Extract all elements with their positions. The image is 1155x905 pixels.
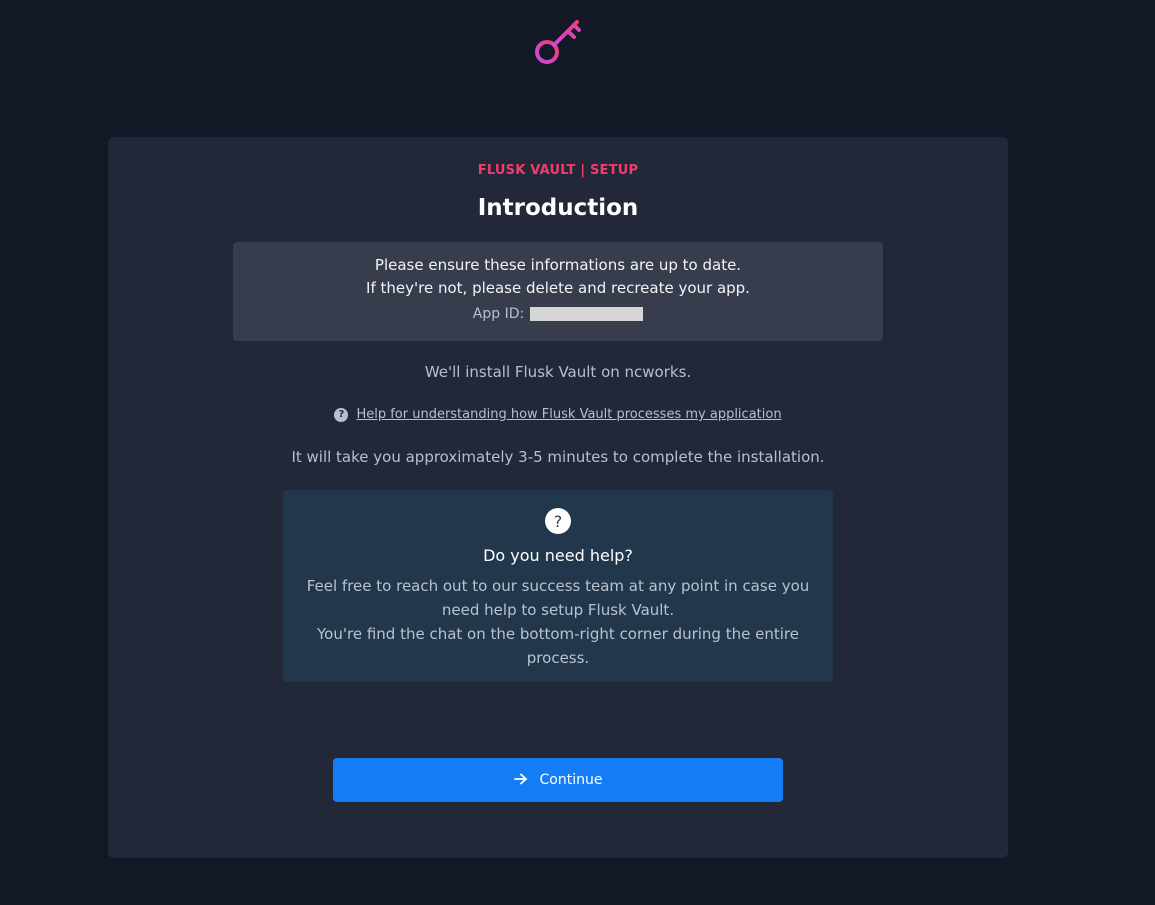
help-box-title: Do you need help? [483, 546, 633, 565]
info-line-recreate: If they're not, please delete and recrea… [366, 279, 750, 297]
app-id-label: App ID: [472, 306, 525, 322]
help-body-line2: You're find the chat on the bottom-right… [317, 625, 799, 667]
app-id-row: App ID: [233, 306, 883, 322]
app-info-box: Please ensure these informations are up … [233, 242, 883, 341]
continue-button[interactable]: Continue [333, 758, 783, 802]
install-target-text: We'll install Flusk Vault on ncworks. [424, 363, 692, 381]
help-box: ? Do you need help? Feel free to reach o… [283, 490, 833, 682]
help-processing-link[interactable]: Help for understanding how Flusk Vault p… [356, 407, 781, 422]
time-estimate-text: It will take you approximately 3-5 minut… [291, 448, 825, 466]
setup-card: FLUSK VAULT | SETUP Introduction Please … [108, 137, 1008, 858]
key-icon [533, 18, 583, 68]
help-link-row: ? Help for understanding how Flusk Vault… [108, 407, 1008, 422]
help-body-line1: Feel free to reach out to our success te… [306, 577, 810, 619]
question-circle-icon: ? [334, 407, 349, 422]
arrow-right-icon [513, 773, 528, 788]
info-line-ensure: Please ensure these informations are up … [374, 256, 742, 274]
page-title: Introduction [477, 195, 639, 221]
help-box-body: Feel free to reach out to our success te… [303, 574, 813, 670]
question-icon: ? [545, 508, 571, 534]
setup-eyebrow: FLUSK VAULT | SETUP [477, 163, 639, 178]
setup-page: FLUSK VAULT | SETUP Introduction Please … [0, 0, 1155, 905]
continue-button-label: Continue [539, 772, 603, 788]
app-id-redacted-value [530, 307, 644, 321]
